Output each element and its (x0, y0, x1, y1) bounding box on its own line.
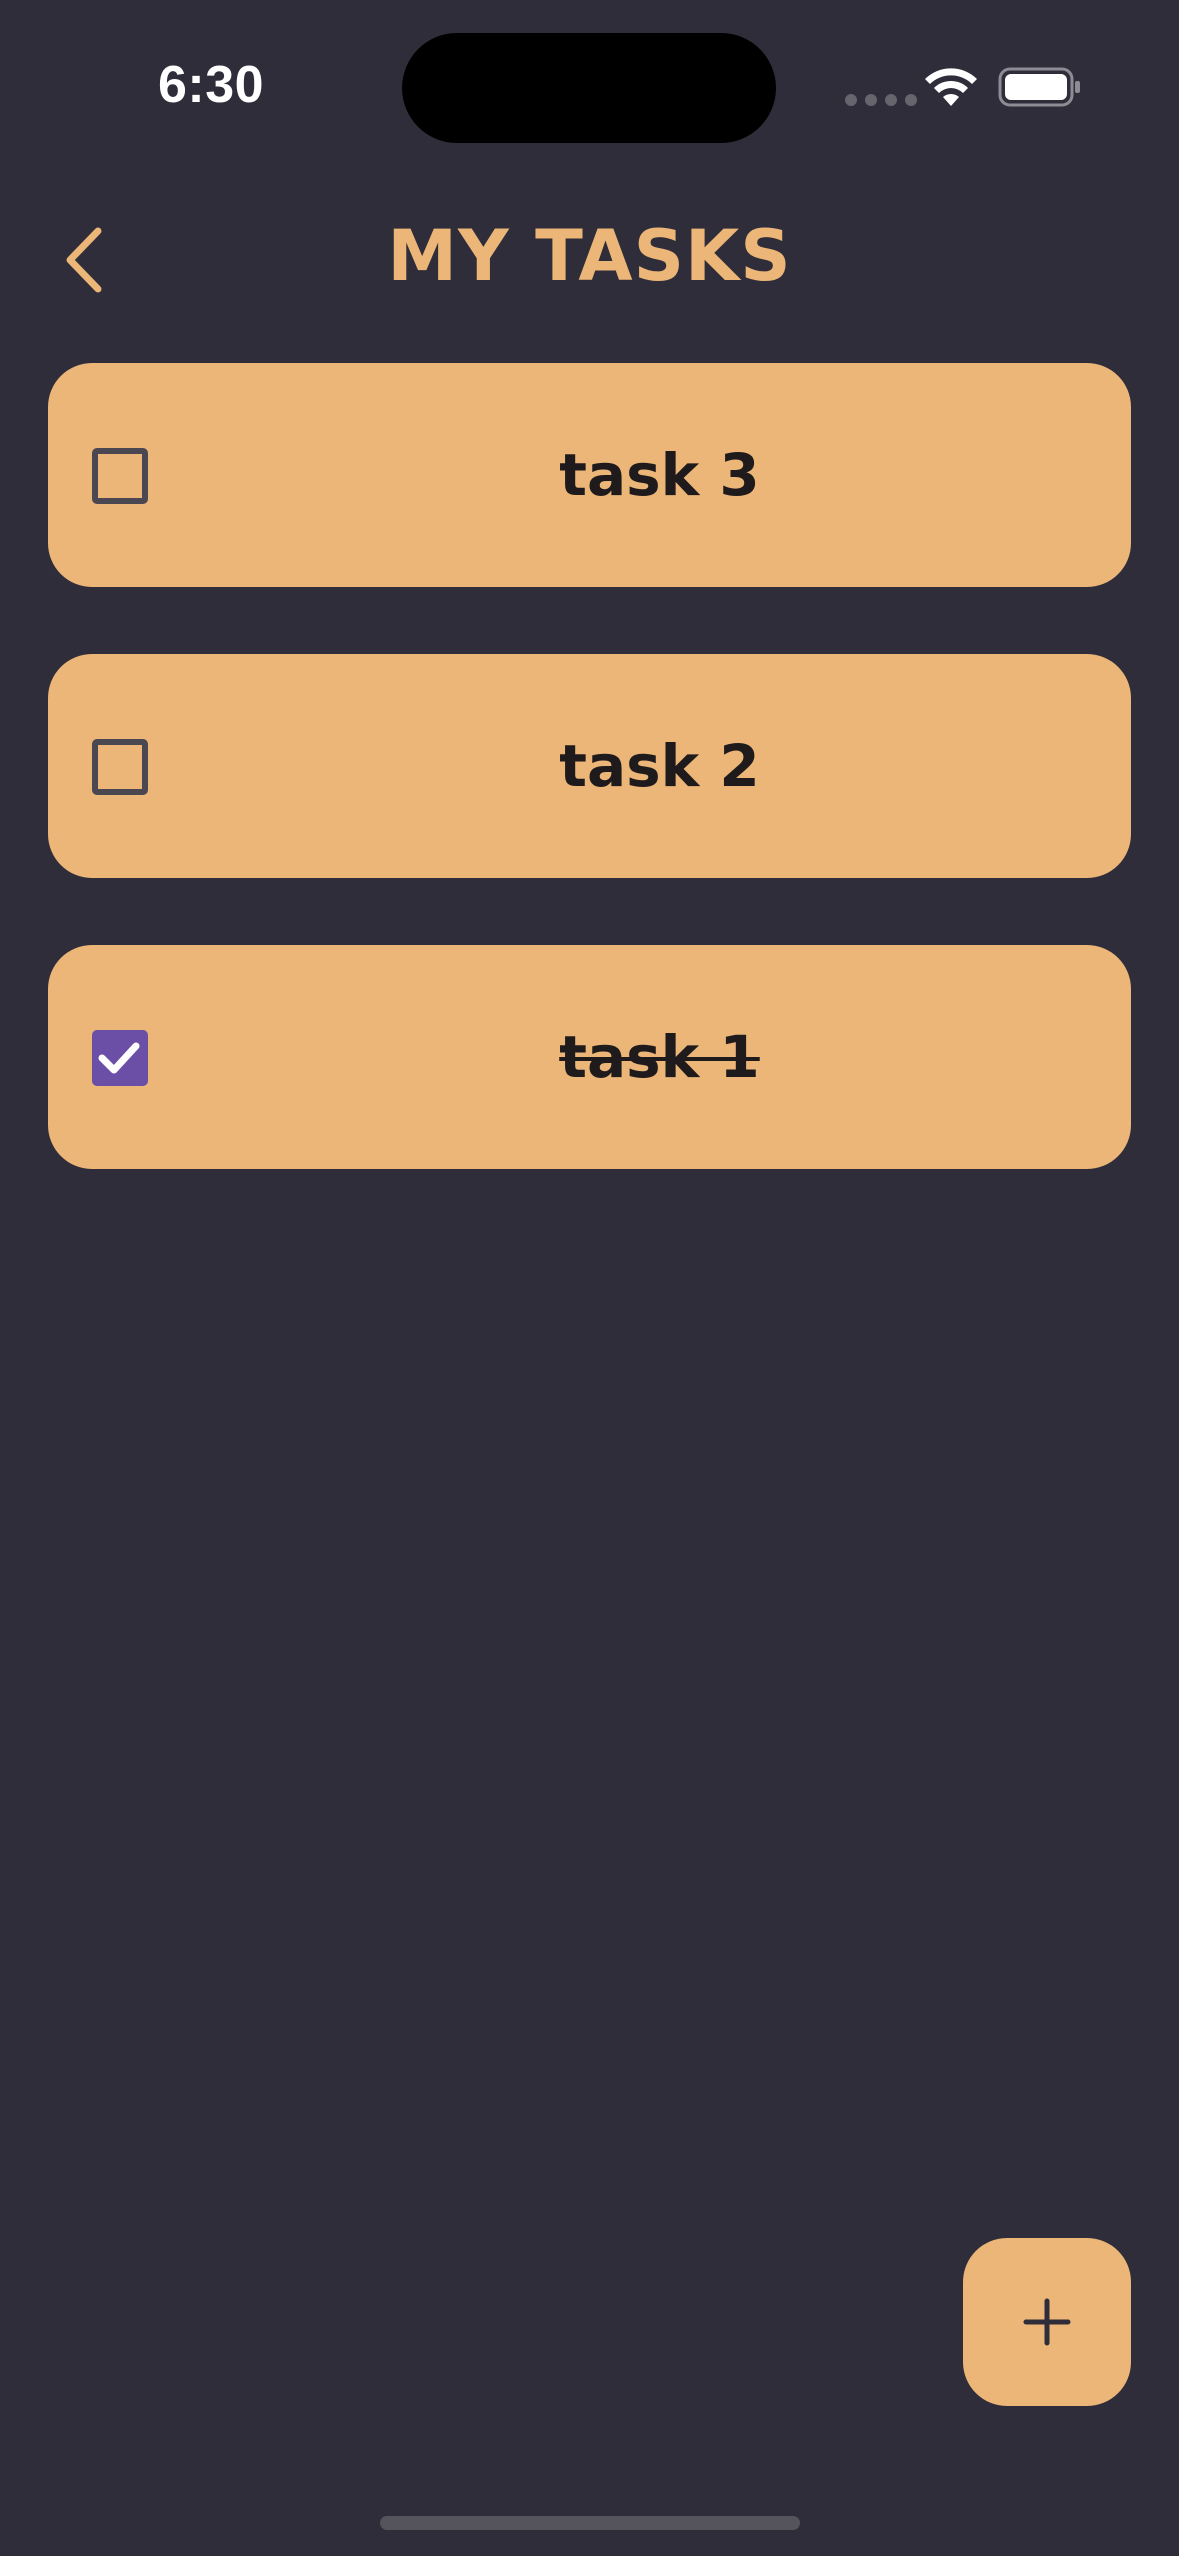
battery-icon (998, 67, 1080, 107)
add-task-button[interactable] (963, 2238, 1131, 2406)
home-indicator (380, 2516, 800, 2530)
cellular-signal-icon (845, 94, 917, 106)
wifi-icon (925, 68, 977, 106)
task-list: task 3 task 2 task 1 (48, 363, 1131, 1236)
task-label: task 2 (559, 732, 760, 800)
task-card[interactable]: task 3 (48, 363, 1131, 587)
task-card[interactable]: task 1 (48, 945, 1131, 1169)
dynamic-island (402, 33, 776, 143)
plus-icon (1023, 2298, 1071, 2346)
task-card[interactable]: task 2 (48, 654, 1131, 878)
status-time: 6:30 (158, 56, 265, 114)
task-label: task 1 (559, 1023, 760, 1091)
screen: 6:30 MY TASKS task 3 task 2 task 1 (0, 0, 1179, 2556)
page-title: MY TASKS (387, 215, 792, 297)
task-label: task 3 (559, 441, 760, 509)
